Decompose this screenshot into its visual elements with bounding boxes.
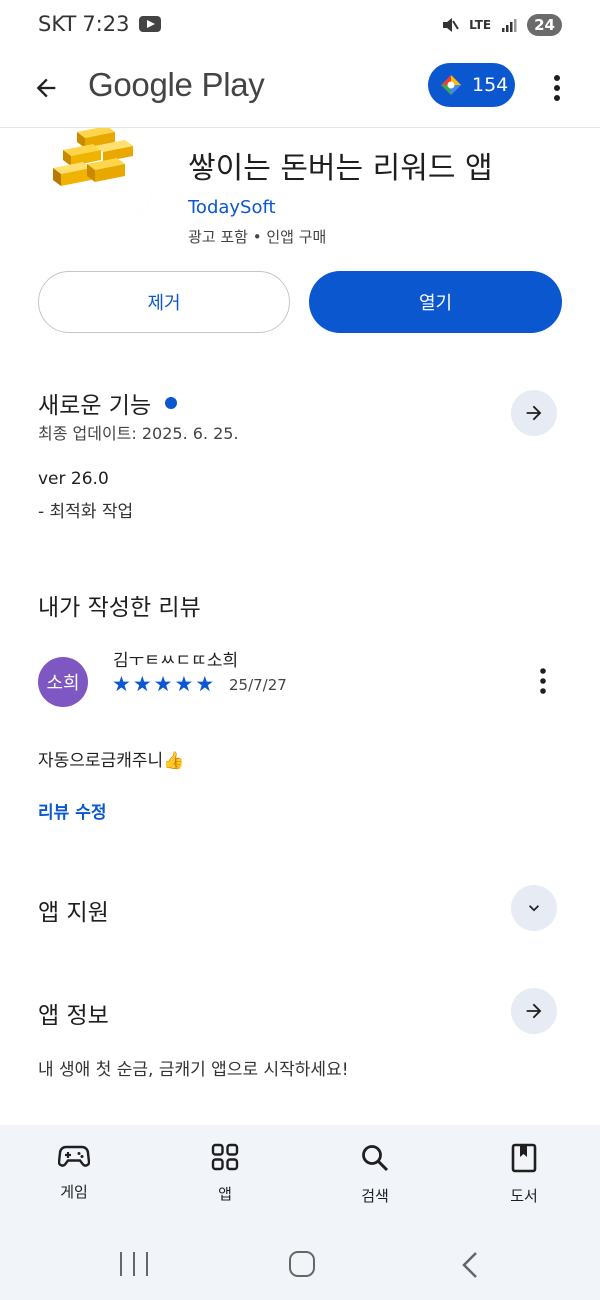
apps-grid-icon [211, 1143, 239, 1171]
star-icon: ★ [153, 672, 173, 696]
book-icon [511, 1143, 537, 1173]
arrow-forward-icon [526, 1003, 542, 1019]
new-indicator-dot [165, 397, 178, 409]
star-rating: ★ ★ ★ ★ ★ [112, 673, 214, 695]
page-title: Google Play [88, 66, 265, 103]
whats-new-title: 새로운 기능 [38, 393, 152, 419]
review-date: 25/7/27 [229, 676, 287, 694]
nav-item-books[interactable]: 도서 [469, 1143, 579, 1206]
uninstall-button[interactable]: 제거 [38, 271, 290, 333]
nav-label-apps: 앱 [218, 1185, 232, 1203]
status-bar: SKT 7:23 LTE 24 [0, 0, 600, 52]
star-icon: ★ [112, 672, 131, 696]
carrier-label: SKT [38, 12, 77, 36]
arrow-forward-icon [526, 405, 542, 421]
last-updated-date: 최종 업데이트: 2025. 6. 25. [38, 424, 239, 443]
open-button[interactable]: 열기 [309, 271, 562, 333]
app-info-title[interactable]: 앱 정보 [38, 996, 109, 1030]
signal-icon [502, 19, 517, 32]
play-points-button[interactable]: 154 [428, 63, 515, 107]
arrow-back-icon [36, 78, 56, 98]
app-bar: Google Play 154 [0, 52, 600, 128]
clock: 7:23 [82, 12, 130, 36]
review-text: 자동으로금캐주니👍 [38, 751, 185, 771]
recent-apps-button[interactable] [120, 1252, 148, 1278]
update-note: - 최적화 작업 [38, 502, 134, 522]
more-vert-icon [540, 668, 546, 694]
app-name-line-2: 쌓이는 돈버는 리워드 앱 [188, 151, 493, 186]
star-icon: ★ [174, 672, 194, 696]
edit-review-link[interactable]: 리뷰 수정 [38, 798, 106, 823]
battery-indicator: 24 [527, 14, 562, 36]
nav-label-books: 도서 [510, 1187, 538, 1205]
app-support-expand-button[interactable] [511, 885, 557, 931]
bottom-navigation: 게임 앱 검색 도서 [0, 1125, 600, 1232]
app-description: 내 생애 첫 순금, 금캐기 앱으로 시작하세요! [38, 1060, 349, 1080]
nav-label-search: 검색 [361, 1187, 389, 1205]
star-icon: ★ [132, 672, 152, 696]
system-navigation-bar [0, 1232, 600, 1300]
star-icon: ★ [195, 672, 215, 696]
play-points-count: 154 [472, 74, 509, 96]
more-options-button[interactable] [540, 66, 574, 110]
mute-icon [443, 18, 459, 32]
back-button[interactable] [26, 68, 66, 108]
app-meta-info: 광고 포함 • 인앱 구매 [188, 228, 327, 246]
app-info-arrow-button[interactable] [511, 988, 557, 1034]
avatar: 소희 [38, 657, 88, 707]
home-button[interactable] [289, 1251, 315, 1277]
review-more-button[interactable] [528, 663, 558, 699]
gamepad-icon [58, 1145, 90, 1167]
more-vert-icon [554, 75, 560, 101]
whats-new-arrow-button[interactable] [511, 390, 557, 436]
search-icon [362, 1145, 389, 1172]
nav-item-apps[interactable]: 앱 [170, 1143, 280, 1204]
network-type-label: LTE [469, 18, 492, 32]
my-review-title: 내가 작성한 리뷰 [38, 595, 201, 621]
system-back-button[interactable] [460, 1251, 480, 1283]
nav-item-games[interactable]: 게임 [19, 1143, 129, 1202]
developer-link[interactable]: TodaySoft [188, 197, 276, 218]
play-points-icon [441, 75, 461, 95]
app-support-title[interactable]: 앱 지원 [38, 893, 109, 927]
version-text: ver 26.0 [38, 469, 109, 489]
youtube-notification-icon [139, 16, 162, 32]
chevron-left-icon [462, 1252, 477, 1278]
nav-item-search[interactable]: 검색 [320, 1143, 430, 1206]
nav-label-games: 게임 [60, 1183, 88, 1201]
whats-new-heading[interactable]: 새로운 기능 [38, 386, 178, 420]
reviewer-name: 김ㅜㅌㅆㄷㄸ소희 [113, 651, 239, 671]
chevron-down-icon [529, 905, 539, 912]
